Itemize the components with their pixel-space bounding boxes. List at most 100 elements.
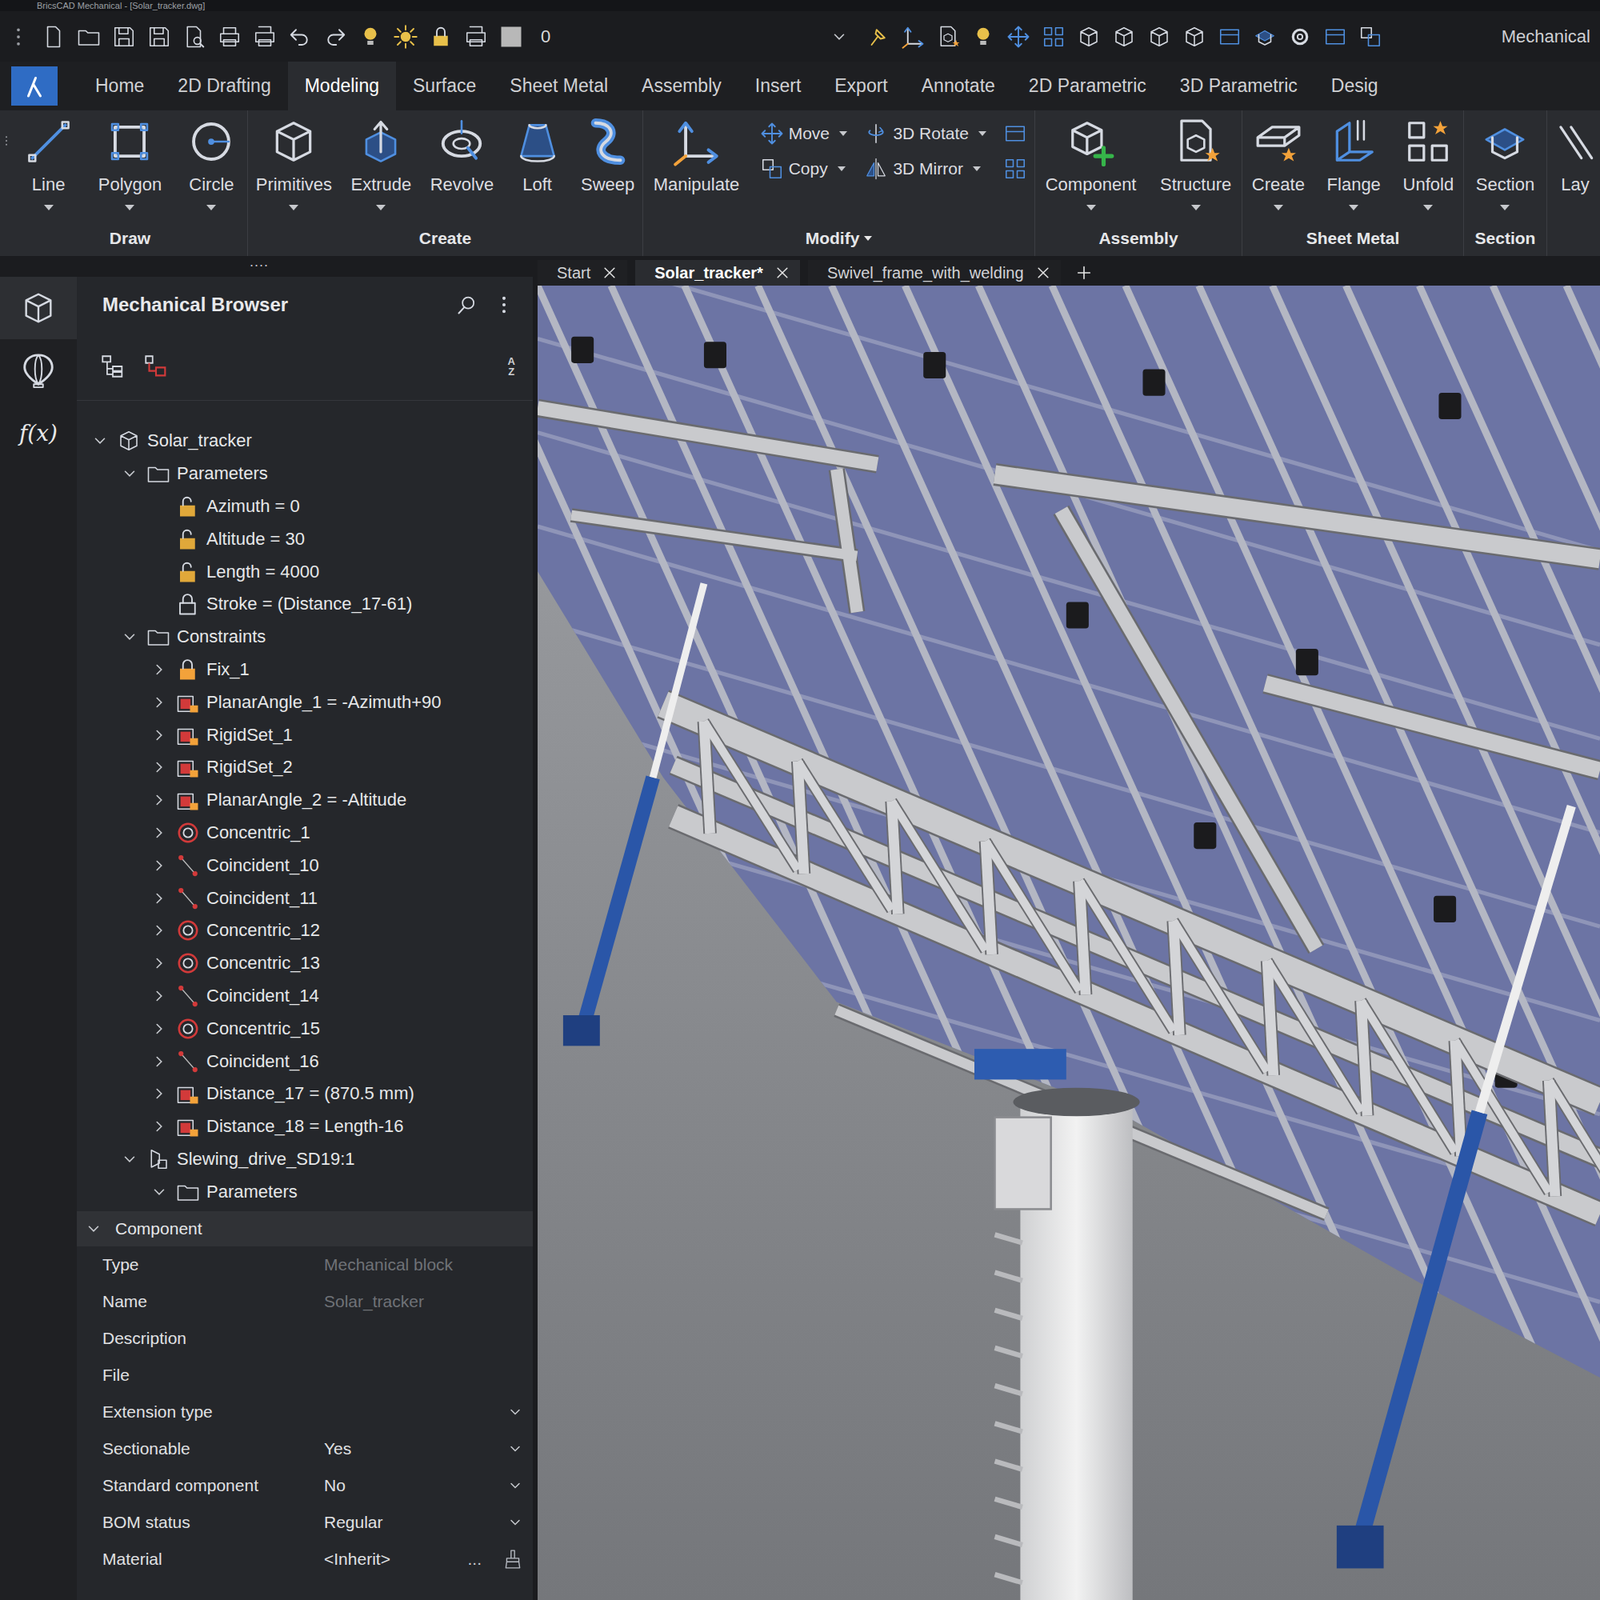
more-options-icon[interactable] <box>492 293 516 316</box>
chevron-down-icon[interactable] <box>507 1477 524 1494</box>
chevron-right-icon[interactable] <box>150 824 168 842</box>
tree-item[interactable]: RigidSet_1 <box>88 718 533 752</box>
workspace-selector[interactable]: Mechanical <box>1501 26 1594 48</box>
box-icon[interactable] <box>1076 24 1101 49</box>
redo-icon[interactable] <box>323 24 348 49</box>
model-viewport[interactable] <box>537 285 1600 1600</box>
ribbon-button[interactable]: Section <box>1472 116 1538 211</box>
ribbon-tab[interactable]: Surface <box>396 61 493 111</box>
ribbon-tab[interactable]: Home <box>78 61 161 111</box>
link-icon[interactable] <box>142 352 170 380</box>
tree-item[interactable]: Concentric_12 <box>88 914 533 948</box>
ribbon-button[interactable]: Create <box>1248 116 1308 211</box>
ribbon-button[interactable]: Polygon <box>95 116 166 211</box>
save-icon[interactable] <box>147 24 172 49</box>
smallA-icon[interactable] <box>1217 24 1242 49</box>
ribbon-tab[interactable]: 2D Drafting <box>160 61 288 111</box>
preview-icon[interactable] <box>182 24 207 49</box>
ribbon-small-button[interactable]: Copy <box>760 155 848 183</box>
side-panel-button[interactable] <box>0 276 77 340</box>
tree-item[interactable]: RigidSet_2 <box>88 751 533 784</box>
chevron-right-icon[interactable] <box>150 856 168 875</box>
ribbon-small-button[interactable] <box>1003 155 1028 183</box>
undo-icon[interactable] <box>288 24 312 49</box>
move-icon[interactable] <box>1006 24 1031 49</box>
close-icon[interactable] <box>774 264 791 281</box>
tree-item[interactable]: Coincident_14 <box>88 980 533 1013</box>
manipulate-icon[interactable] <box>900 24 925 49</box>
ribbon-group-label[interactable]: Create <box>248 220 643 256</box>
tree-item[interactable]: Length = 4000 <box>88 555 533 588</box>
tree-item[interactable]: Altitude = 30 <box>88 522 533 556</box>
close-icon[interactable] <box>601 264 618 281</box>
ribbon-button[interactable]: Extrude <box>347 116 415 211</box>
chevron-down-icon[interactable] <box>507 1514 524 1531</box>
smallB-icon[interactable] <box>1041 24 1066 49</box>
tree-item[interactable]: Fix_1 <box>88 653 533 687</box>
ribbon-group-label[interactable] <box>1547 220 1600 256</box>
bulb-icon[interactable] <box>358 24 383 49</box>
chevron-down-icon[interactable] <box>507 1440 524 1457</box>
ribbon-button[interactable]: Component <box>1042 116 1140 211</box>
hierarchy-icon[interactable] <box>99 352 127 380</box>
printer-icon[interactable] <box>252 24 277 49</box>
sort-button[interactable]: AZ <box>508 356 516 377</box>
swatch-icon[interactable] <box>499 24 524 49</box>
save-icon[interactable] <box>112 24 136 49</box>
box-icon[interactable] <box>1147 24 1172 49</box>
chevron-right-icon[interactable] <box>150 1084 168 1103</box>
chevron-right-icon[interactable] <box>150 660 168 679</box>
ribbon-button[interactable]: Lay <box>1547 116 1600 211</box>
ribbon-button[interactable]: Manipulate <box>650 116 744 211</box>
property-value[interactable]: <Inherit> <box>324 1549 468 1569</box>
side-panel-button[interactable]: f(x) <box>0 401 77 464</box>
open-icon[interactable] <box>76 24 101 49</box>
chevron-down-icon[interactable] <box>120 1150 139 1168</box>
ribbon-group-label[interactable]: Draw <box>12 220 248 256</box>
tree-item[interactable]: Constraints <box>88 620 533 654</box>
chevron-right-icon[interactable] <box>150 693 168 712</box>
application-menu-button[interactable] <box>11 66 58 106</box>
lock-icon[interactable] <box>428 24 453 49</box>
chevron-right-icon[interactable] <box>150 889 168 908</box>
box-icon[interactable] <box>1112 24 1136 49</box>
ribbon-tab[interactable]: Desig <box>1314 61 1396 111</box>
tree-item[interactable]: Distance_18 = Length-16 <box>88 1110 533 1144</box>
tree-item[interactable]: Concentric_1 <box>88 816 533 850</box>
ribbon-tab[interactable]: Modeling <box>288 61 396 111</box>
grip-icon[interactable] <box>6 24 31 49</box>
ribbon-small-button[interactable]: Move <box>760 120 848 148</box>
property-value[interactable]: Regular <box>324 1512 508 1532</box>
tree-item[interactable]: Concentric_13 <box>88 947 533 980</box>
property-value[interactable]: No <box>324 1476 508 1496</box>
ribbon-tab[interactable]: Assembly <box>624 61 739 111</box>
ribbon-small-button[interactable] <box>1003 120 1028 148</box>
copy-icon[interactable] <box>1358 24 1383 49</box>
ribbon-button[interactable]: Sweep <box>577 116 638 211</box>
chevron-down-icon[interactable] <box>120 628 139 646</box>
chevron-down-icon[interactable] <box>507 1404 524 1420</box>
ribbon-more-handle[interactable]: .... <box>249 256 269 268</box>
ribbon-button[interactable]: Loft <box>509 116 566 211</box>
tree-item[interactable]: Concentric_15 <box>88 1012 533 1045</box>
layer-dropdown[interactable]: 0 <box>534 23 855 51</box>
ribbon-tab[interactable]: Insert <box>738 61 819 111</box>
ribbon-group-label[interactable]: Sheet Metal <box>1242 220 1464 256</box>
chevron-down-icon[interactable] <box>120 464 139 483</box>
chevron-right-icon[interactable] <box>150 1117 168 1136</box>
chevron-down-icon[interactable] <box>91 432 109 450</box>
smallA-icon[interactable] <box>1323 24 1348 49</box>
chevron-right-icon[interactable] <box>150 1020 168 1038</box>
pin-icon[interactable] <box>865 24 890 49</box>
structure-icon[interactable] <box>936 24 960 49</box>
ribbon-button[interactable]: Line <box>20 116 77 211</box>
tree-item[interactable]: Parameters <box>88 457 533 491</box>
grip-icon[interactable] <box>0 124 13 157</box>
chevron-down-icon[interactable] <box>150 1183 168 1201</box>
properties-section-header[interactable]: Component <box>76 1211 533 1247</box>
tree-item[interactable]: Coincident_16 <box>88 1044 533 1078</box>
tree-item[interactable]: PlanarAngle_2 = -Altitude <box>88 784 533 817</box>
ribbon-button[interactable]: Unfold <box>1400 116 1458 211</box>
plot-icon[interactable] <box>217 24 242 49</box>
ribbon-button[interactable]: Structure <box>1156 116 1235 211</box>
